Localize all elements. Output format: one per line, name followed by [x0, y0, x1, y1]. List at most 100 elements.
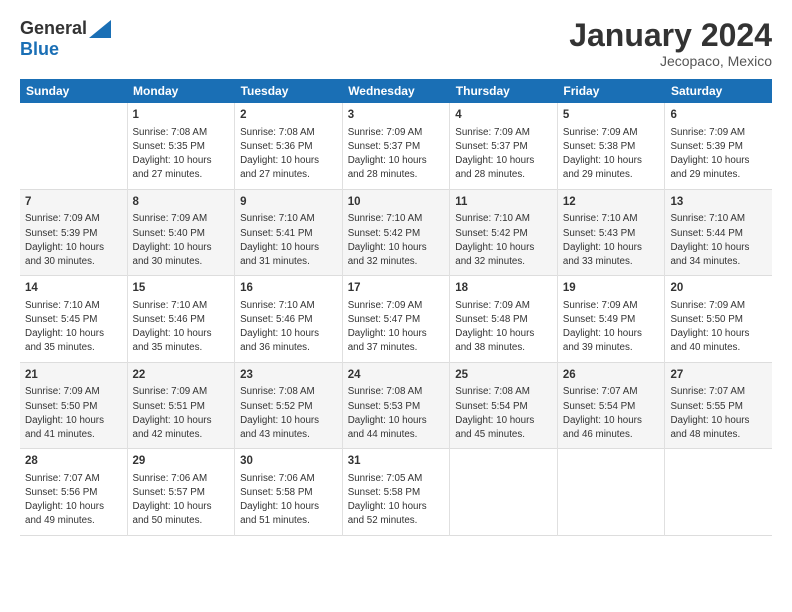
- day-info: Sunrise: 7:10 AM Sunset: 5:41 PM Dayligh…: [240, 212, 337, 269]
- day-number: 29: [133, 453, 230, 470]
- calendar-week-row: 21Sunrise: 7:09 AM Sunset: 5:50 PM Dayli…: [20, 362, 772, 448]
- day-number: 6: [670, 107, 767, 124]
- calendar-cell: 23Sunrise: 7:08 AM Sunset: 5:52 PM Dayli…: [235, 362, 343, 448]
- calendar-cell: [20, 103, 127, 189]
- calendar-cell: 6 Sunrise: 7:09 AM Sunset: 5:39 PM Daylig…: [665, 103, 772, 189]
- day-number: 20: [670, 280, 767, 297]
- day-number: 2: [240, 107, 337, 124]
- day-info: Sunrise: 7:09 AM Sunset: 5:39 PM Dayligh…: [670, 126, 767, 183]
- day-number: 18: [455, 280, 552, 297]
- day-number: 13: [670, 194, 767, 211]
- day-info: Sunrise: 7:09 AM Sunset: 5:39 PM Dayligh…: [25, 212, 122, 269]
- calendar-cell: 26Sunrise: 7:07 AM Sunset: 5:54 PM Dayli…: [557, 362, 665, 448]
- day-number: 4: [455, 107, 552, 124]
- calendar-cell: 16 Sunrise: 7:10 AM Sunset: 5:46 PM Dayli…: [235, 276, 343, 362]
- day-info: Sunrise: 7:10 AM Sunset: 5:42 PM Dayligh…: [455, 212, 552, 269]
- calendar-cell: 11Sunrise: 7:10 AM Sunset: 5:42 PM Dayli…: [450, 189, 558, 275]
- day-number: 8: [133, 194, 230, 211]
- logo-icon: [89, 20, 111, 38]
- day-number: 12: [563, 194, 660, 211]
- day-info: Sunrise: 7:09 AM Sunset: 5:50 PM Dayligh…: [25, 385, 122, 442]
- main-title: January 2024: [569, 18, 772, 53]
- day-of-week-header: Sunday: [20, 79, 127, 103]
- day-of-week-header: Friday: [557, 79, 665, 103]
- calendar-cell: 27Sunrise: 7:07 AM Sunset: 5:55 PM Dayli…: [665, 362, 772, 448]
- day-info: Sunrise: 7:09 AM Sunset: 5:50 PM Dayligh…: [670, 299, 767, 356]
- day-of-week-header: Saturday: [665, 79, 772, 103]
- day-info: Sunrise: 7:06 AM Sunset: 5:57 PM Dayligh…: [133, 472, 230, 529]
- page: General Blue January 2024 Jecopaco, Mexi…: [0, 0, 792, 612]
- calendar-table: SundayMondayTuesdayWednesdayThursdayFrid…: [20, 79, 772, 535]
- day-info: Sunrise: 7:09 AM Sunset: 5:38 PM Dayligh…: [563, 126, 660, 183]
- day-info: Sunrise: 7:10 AM Sunset: 5:46 PM Dayligh…: [133, 299, 230, 356]
- subtitle: Jecopaco, Mexico: [569, 53, 772, 69]
- day-info: Sunrise: 7:10 AM Sunset: 5:43 PM Dayligh…: [563, 212, 660, 269]
- calendar-week-row: 7Sunrise: 7:09 AM Sunset: 5:39 PM Daylig…: [20, 189, 772, 275]
- day-number: 27: [670, 367, 767, 384]
- day-number: 23: [240, 367, 337, 384]
- calendar-cell: 5Sunrise: 7:09 AM Sunset: 5:38 PM Daylig…: [557, 103, 665, 189]
- calendar-cell: 19Sunrise: 7:09 AM Sunset: 5:49 PM Dayli…: [557, 276, 665, 362]
- day-info: Sunrise: 7:09 AM Sunset: 5:48 PM Dayligh…: [455, 299, 552, 356]
- day-info: Sunrise: 7:08 AM Sunset: 5:52 PM Dayligh…: [240, 385, 337, 442]
- day-number: 16: [240, 280, 337, 297]
- calendar-cell: 24Sunrise: 7:08 AM Sunset: 5:53 PM Dayli…: [342, 362, 450, 448]
- calendar-cell: [450, 449, 558, 535]
- day-of-week-header: Tuesday: [235, 79, 343, 103]
- day-number: 9: [240, 194, 337, 211]
- title-area: January 2024 Jecopaco, Mexico: [569, 18, 772, 69]
- calendar-cell: 14 Sunrise: 7:10 AM Sunset: 5:45 PM Dayli…: [20, 276, 127, 362]
- day-of-week-header: Monday: [127, 79, 235, 103]
- day-info: Sunrise: 7:07 AM Sunset: 5:56 PM Dayligh…: [25, 472, 122, 529]
- calendar-cell: 4 Sunrise: 7:09 AM Sunset: 5:37 PM Daylig…: [450, 103, 558, 189]
- calendar-cell: [557, 449, 665, 535]
- calendar-cell: 31Sunrise: 7:05 AM Sunset: 5:58 PM Dayli…: [342, 449, 450, 535]
- day-info: Sunrise: 7:07 AM Sunset: 5:54 PM Dayligh…: [563, 385, 660, 442]
- day-number: 19: [563, 280, 660, 297]
- day-info: Sunrise: 7:10 AM Sunset: 5:44 PM Dayligh…: [670, 212, 767, 269]
- calendar-week-row: 28 Sunrise: 7:07 AM Sunset: 5:56 PM Dayli…: [20, 449, 772, 535]
- calendar-cell: 20 Sunrise: 7:09 AM Sunset: 5:50 PM Dayli…: [665, 276, 772, 362]
- day-info: Sunrise: 7:10 AM Sunset: 5:42 PM Dayligh…: [348, 212, 445, 269]
- day-number: 25: [455, 367, 552, 384]
- day-info: Sunrise: 7:06 AM Sunset: 5:58 PM Dayligh…: [240, 472, 337, 529]
- logo: General Blue: [20, 18, 111, 60]
- calendar-cell: 12Sunrise: 7:10 AM Sunset: 5:43 PM Dayli…: [557, 189, 665, 275]
- calendar-week-row: 14 Sunrise: 7:10 AM Sunset: 5:45 PM Dayli…: [20, 276, 772, 362]
- calendar-cell: 8Sunrise: 7:09 AM Sunset: 5:40 PM Daylig…: [127, 189, 235, 275]
- calendar-cell: 25Sunrise: 7:08 AM Sunset: 5:54 PM Dayli…: [450, 362, 558, 448]
- logo-blue-text: Blue: [20, 39, 59, 60]
- day-info: Sunrise: 7:07 AM Sunset: 5:55 PM Dayligh…: [670, 385, 767, 442]
- day-number: 30: [240, 453, 337, 470]
- day-info: Sunrise: 7:09 AM Sunset: 5:37 PM Dayligh…: [455, 126, 552, 183]
- day-info: Sunrise: 7:10 AM Sunset: 5:46 PM Dayligh…: [240, 299, 337, 356]
- day-of-week-header: Wednesday: [342, 79, 450, 103]
- calendar-cell: 21Sunrise: 7:09 AM Sunset: 5:50 PM Dayli…: [20, 362, 127, 448]
- logo-general-text: General: [20, 18, 87, 39]
- day-number: 14: [25, 280, 122, 297]
- calendar-cell: 9Sunrise: 7:10 AM Sunset: 5:41 PM Daylig…: [235, 189, 343, 275]
- calendar-cell: 29 Sunrise: 7:06 AM Sunset: 5:57 PM Dayli…: [127, 449, 235, 535]
- day-number: 1: [133, 107, 230, 124]
- header: General Blue January 2024 Jecopaco, Mexi…: [20, 18, 772, 69]
- day-number: 7: [25, 194, 122, 211]
- calendar-week-row: 1Sunrise: 7:08 AM Sunset: 5:35 PM Daylig…: [20, 103, 772, 189]
- calendar-cell: 10Sunrise: 7:10 AM Sunset: 5:42 PM Dayli…: [342, 189, 450, 275]
- day-info: Sunrise: 7:09 AM Sunset: 5:37 PM Dayligh…: [348, 126, 445, 183]
- day-info: Sunrise: 7:10 AM Sunset: 5:45 PM Dayligh…: [25, 299, 122, 356]
- calendar-cell: 30 Sunrise: 7:06 AM Sunset: 5:58 PM Dayli…: [235, 449, 343, 535]
- day-number: 10: [348, 194, 445, 211]
- calendar-cell: 17 Sunrise: 7:09 AM Sunset: 5:47 PM Dayli…: [342, 276, 450, 362]
- day-number: 17: [348, 280, 445, 297]
- calendar-cell: 13Sunrise: 7:10 AM Sunset: 5:44 PM Dayli…: [665, 189, 772, 275]
- day-info: Sunrise: 7:09 AM Sunset: 5:40 PM Dayligh…: [133, 212, 230, 269]
- calendar-cell: [665, 449, 772, 535]
- day-number: 28: [25, 453, 122, 470]
- calendar-cell: 28 Sunrise: 7:07 AM Sunset: 5:56 PM Dayli…: [20, 449, 127, 535]
- day-number: 26: [563, 367, 660, 384]
- day-info: Sunrise: 7:09 AM Sunset: 5:47 PM Dayligh…: [348, 299, 445, 356]
- day-info: Sunrise: 7:09 AM Sunset: 5:51 PM Dayligh…: [133, 385, 230, 442]
- day-info: Sunrise: 7:05 AM Sunset: 5:58 PM Dayligh…: [348, 472, 445, 529]
- day-info: Sunrise: 7:08 AM Sunset: 5:53 PM Dayligh…: [348, 385, 445, 442]
- day-number: 15: [133, 280, 230, 297]
